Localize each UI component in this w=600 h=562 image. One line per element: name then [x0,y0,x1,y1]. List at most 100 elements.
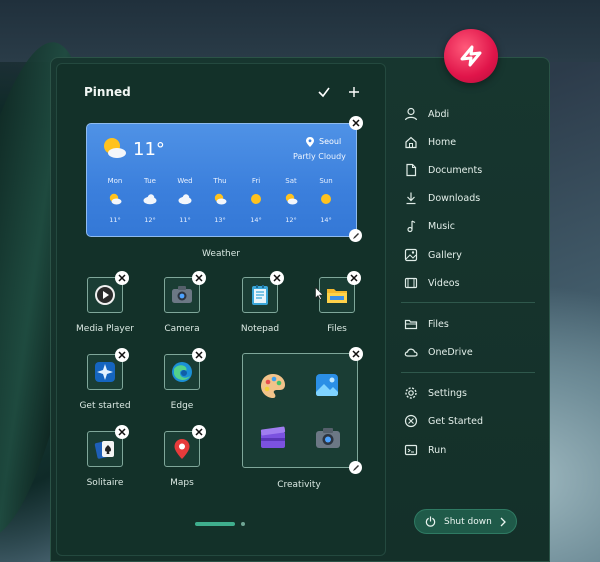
app-label: Get started [79,401,131,411]
forecast-temp: 14° [250,216,262,224]
sidebar-item[interactable]: Videos [404,274,460,292]
forecast-day: Sun [319,177,333,185]
remove-app-button[interactable] [192,348,206,362]
close-icon [118,428,126,436]
sidebar-item-label: Videos [428,277,460,289]
remove-app-button[interactable] [192,425,206,439]
remove-app-button[interactable] [270,271,284,285]
home-icon [404,135,418,149]
power-icon [425,516,436,527]
sunny-icon [251,194,261,204]
page-indicator-active[interactable] [195,522,235,526]
camera-icon [172,286,192,303]
app-logo [444,29,498,83]
cloudy-icon [143,194,157,205]
forecast-day: Tue [144,177,156,185]
sidebar-item-label: Home [428,136,457,148]
sidebar-item[interactable]: Run [404,441,446,459]
pencil-icon [352,232,359,239]
sidebar-item-label: Downloads [428,192,481,204]
forecast-temp: 12° [144,216,156,224]
remove-app-button[interactable] [115,271,129,285]
sidebar-item[interactable]: Settings [404,384,467,402]
edit-creativity-button[interactable] [349,461,362,474]
get-started-icon [95,362,115,382]
sidebar-item-label: OneDrive [428,346,473,358]
edge-icon [172,362,192,382]
sidebar-item[interactable]: Get Started [404,412,483,430]
download-icon [404,191,418,205]
weather-label: Weather [202,249,240,259]
cloudy-icon [178,194,192,205]
sidebar-item[interactable]: Documents [404,161,482,179]
sidebar-item[interactable]: OneDrive [404,343,473,361]
sidebar-item[interactable]: Abdi [404,105,449,123]
notepad-icon [252,285,268,305]
app-label: Media Player [76,324,134,334]
close-icon [352,350,360,358]
partly-sunny-icon [104,138,126,158]
image-icon [404,248,418,262]
sidebar-divider [401,302,535,303]
photos-icon [316,374,338,396]
sidebar-item-label: Files [428,318,449,330]
weather-condition: Partly Cloudy [293,152,346,161]
weather-temp: 11° [133,139,165,160]
close-icon [350,274,358,282]
sidebar-divider [401,372,535,373]
app-label: Maps [170,478,194,488]
forecast-temp: 13° [214,216,226,224]
sidebar-item-label: Run [428,444,447,456]
cloud-icon [404,345,418,359]
app-label: Edge [170,401,194,411]
sidebar-item[interactable]: Gallery [404,246,462,264]
sidebar-item[interactable]: Downloads [404,189,480,207]
location-pin-icon [306,137,314,147]
remove-app-button[interactable] [347,271,361,285]
close-icon [273,274,281,282]
weather-location: Seoul [319,137,342,146]
partly-sunny-icon [285,193,298,205]
edit-weather-button[interactable] [349,229,362,242]
forecast-day: Fri [251,177,261,185]
remove-app-button[interactable] [115,348,129,362]
pencil-icon [352,464,359,471]
close-icon [352,119,360,127]
sidebar-item-label: Abdi [428,108,450,120]
shutdown-label: Shut down [444,516,492,527]
plus-icon[interactable] [346,84,362,100]
app-label: Notepad [240,324,280,334]
folder-icon [327,289,347,303]
user-icon [404,107,418,121]
sidebar-item[interactable]: Music [404,217,455,235]
forecast-day: Sat [285,177,297,185]
sidebar-item-label: Get Started [428,415,484,427]
forecast-day: Thu [213,177,227,185]
page-indicator[interactable] [241,522,245,526]
sunny-icon [321,194,331,204]
creativity-folder[interactable] [242,353,358,468]
close-icon [195,428,203,436]
video-icon [404,276,418,290]
forecast-temp: 11° [109,216,121,224]
sidebar-item[interactable]: Files [404,315,449,333]
pinned-title: Pinned [84,85,131,99]
camera-icon [316,428,340,448]
forecast-temp: 14° [320,216,332,224]
remove-app-button[interactable] [192,271,206,285]
app-label: Solitaire [86,478,124,488]
shutdown-button[interactable]: Shut down [414,509,517,534]
creativity-label: Creativity [277,480,321,490]
check-icon[interactable] [316,84,332,100]
music-icon [404,219,418,233]
sidebar-item-label: Documents [428,164,483,176]
media-player-icon [95,285,115,305]
remove-app-button[interactable] [115,425,129,439]
maps-icon [174,439,190,459]
forecast-day: Mon [107,177,123,185]
run-icon [404,443,418,457]
remove-creativity-button[interactable] [349,347,363,361]
remove-weather-button[interactable] [349,116,363,130]
chevron-right-icon [500,517,506,527]
sidebar-item[interactable]: Home [404,133,456,151]
